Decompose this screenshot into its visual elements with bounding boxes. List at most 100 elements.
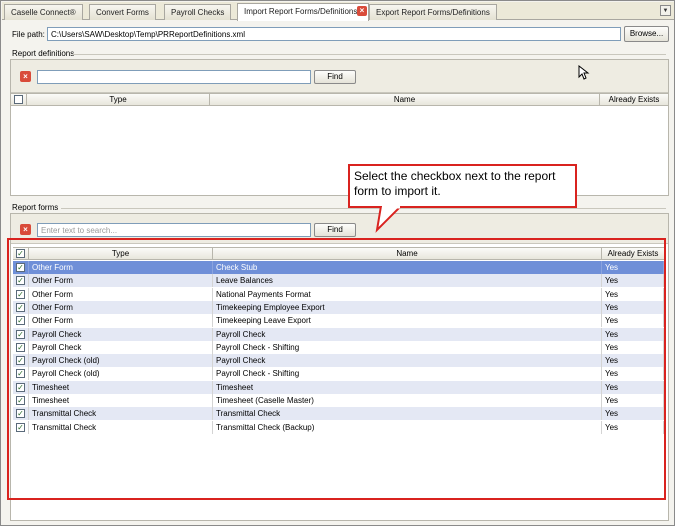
- cell-name: Leave Balances: [213, 274, 602, 288]
- table-row[interactable]: ✓ Transmittal Check Transmittal Check (Bac…: [13, 420, 664, 434]
- cell-select: ✓: [13, 274, 29, 288]
- report-forms-search-input[interactable]: [37, 223, 311, 237]
- select-all-checkbox[interactable]: [14, 95, 23, 104]
- select-all-checkbox[interactable]: ✓: [16, 249, 25, 258]
- table-row[interactable]: ✓ Payroll Check (old) Payroll Check Yes: [13, 354, 664, 368]
- cell-type: Payroll Check (old): [29, 367, 213, 381]
- cell-select: ✓: [13, 420, 29, 434]
- row-checkbox[interactable]: ✓: [16, 276, 25, 286]
- cell-name: Payroll Check: [213, 327, 602, 341]
- cell-already-exists: Yes: [602, 367, 664, 381]
- table-row[interactable]: ✓ Other Form National Payments Format Yes: [13, 287, 664, 301]
- cell-name: Payroll Check - Shifting: [213, 367, 602, 381]
- report-forms-grid-header: ✓ Type Name Already Exists: [13, 247, 664, 260]
- cell-select: ✓: [13, 327, 29, 341]
- table-row[interactable]: ✓ Payroll Check Payroll Check Yes: [13, 327, 664, 341]
- column-header-name[interactable]: Name: [210, 94, 600, 105]
- callout-pointer: [375, 206, 403, 233]
- column-header-type[interactable]: Type: [29, 248, 213, 259]
- cell-select: ✓: [13, 314, 29, 328]
- cell-type: Transmittal Check: [29, 420, 213, 434]
- cell-name: Payroll Check: [213, 354, 602, 368]
- row-checkbox[interactable]: ✓: [16, 329, 25, 339]
- row-checkbox[interactable]: ✓: [16, 356, 25, 366]
- report-forms-panel: × Find ✓ Type Name Already Exists ✓ Other…: [10, 213, 669, 521]
- cell-name: Timekeeping Employee Export: [213, 300, 602, 314]
- row-checkbox[interactable]: ✓: [16, 289, 25, 299]
- table-row[interactable]: ✓ Other Form Timekeeping Employee Export Ye…: [13, 300, 664, 314]
- cell-name: National Payments Format: [213, 287, 602, 301]
- cell-select: ✓: [13, 380, 29, 394]
- cell-already-exists: Yes: [602, 300, 664, 314]
- import-report-window: Caselle Connect® Convert Forms Payroll C…: [0, 0, 675, 526]
- column-header-already-exists[interactable]: Already Exists: [600, 94, 668, 105]
- column-header-already-exists[interactable]: Already Exists: [602, 248, 664, 259]
- cell-type: Other Form: [29, 300, 213, 314]
- cell-already-exists: Yes: [602, 287, 664, 301]
- table-row[interactable]: ✓ Other Form Check Stub Yes: [13, 261, 664, 274]
- browse-button[interactable]: Browse...: [624, 26, 669, 42]
- table-row[interactable]: ✓ Timesheet Timesheet (Caselle Master) Yes: [13, 394, 664, 407]
- column-header-type[interactable]: Type: [27, 94, 210, 105]
- cell-name: Transmittal Check (Backup): [213, 420, 602, 434]
- cell-already-exists: Yes: [602, 354, 664, 368]
- cell-select: ✓: [13, 287, 29, 301]
- report-forms-find-button[interactable]: Find: [314, 223, 356, 237]
- row-checkbox[interactable]: ✓: [16, 316, 25, 326]
- cell-already-exists: Yes: [602, 340, 664, 354]
- cell-type: Transmittal Check: [29, 407, 213, 421]
- report-forms-grid-body: ✓ Other Form Check Stub Yes ✓ Other Form Leave…: [13, 261, 664, 441]
- report-definitions-search-bar: × Find: [11, 60, 668, 93]
- cell-already-exists: Yes: [602, 314, 664, 328]
- row-checkbox[interactable]: ✓: [16, 342, 25, 352]
- cell-type: Timesheet: [29, 394, 213, 407]
- tab-export-report-forms[interactable]: Export Report Forms/Definitions: [369, 4, 497, 20]
- cell-type: Payroll Check: [29, 340, 213, 354]
- row-checkbox[interactable]: ✓: [16, 409, 25, 419]
- row-checkbox[interactable]: ✓: [16, 422, 25, 432]
- table-row[interactable]: ✓ Timesheet Timesheet Yes: [13, 380, 664, 394]
- cell-name: Timesheet (Caselle Master): [213, 394, 602, 407]
- close-icon[interactable]: ×: [357, 6, 367, 16]
- table-row[interactable]: ✓ Other Form Leave Balances Yes: [13, 274, 664, 288]
- column-header-name[interactable]: Name: [213, 248, 602, 259]
- tab-payroll-checks[interactable]: Payroll Checks: [164, 4, 232, 20]
- clear-search-icon[interactable]: ×: [20, 224, 31, 235]
- select-all-column[interactable]: [11, 94, 27, 105]
- cell-already-exists: Yes: [602, 380, 664, 394]
- cell-already-exists: Yes: [602, 394, 664, 407]
- row-checkbox[interactable]: ✓: [16, 302, 25, 312]
- cell-already-exists: Yes: [602, 261, 664, 274]
- table-row[interactable]: ✓ Payroll Check Payroll Check - Shifting Ye…: [13, 340, 664, 354]
- row-checkbox[interactable]: ✓: [16, 382, 25, 392]
- file-path-input[interactable]: [47, 27, 621, 41]
- cell-name: Transmittal Check: [213, 407, 602, 421]
- row-checkbox[interactable]: ✓: [16, 369, 25, 379]
- clear-search-icon[interactable]: ×: [20, 71, 31, 82]
- cell-already-exists: Yes: [602, 327, 664, 341]
- cell-type: Other Form: [29, 261, 213, 274]
- cell-select: ✓: [13, 340, 29, 354]
- cell-select: ✓: [13, 407, 29, 421]
- report-forms-title: Report forms: [12, 203, 59, 212]
- report-definitions-search-input[interactable]: [37, 70, 311, 84]
- cell-name: Timekeeping Leave Export: [213, 314, 602, 328]
- select-all-column[interactable]: ✓: [13, 248, 29, 259]
- tab-convert-forms[interactable]: Convert Forms: [89, 4, 156, 20]
- chevron-down-icon[interactable]: ▼: [660, 5, 671, 16]
- file-path-label: File path:: [12, 30, 45, 39]
- cell-type: Other Form: [29, 287, 213, 301]
- cell-select: ✓: [13, 367, 29, 381]
- table-row[interactable]: ✓ Transmittal Check Transmittal Check Yes: [13, 407, 664, 421]
- table-row[interactable]: ✓ Other Form Timekeeping Leave Export Yes: [13, 314, 664, 328]
- cell-type: Timesheet: [29, 380, 213, 394]
- report-definitions-find-button[interactable]: Find: [314, 70, 356, 84]
- section-divider: [61, 208, 666, 209]
- tab-bar: Caselle Connect® Convert Forms Payroll C…: [2, 2, 674, 21]
- table-row[interactable]: ✓ Payroll Check (old) Payroll Check - Shif…: [13, 367, 664, 381]
- tab-import-report-forms[interactable]: Import Report Forms/Definitions: [237, 3, 369, 21]
- row-checkbox[interactable]: ✓: [16, 396, 25, 405]
- row-checkbox[interactable]: ✓: [16, 263, 25, 272]
- tab-caselle-connect[interactable]: Caselle Connect®: [4, 4, 83, 20]
- cell-already-exists: Yes: [602, 274, 664, 288]
